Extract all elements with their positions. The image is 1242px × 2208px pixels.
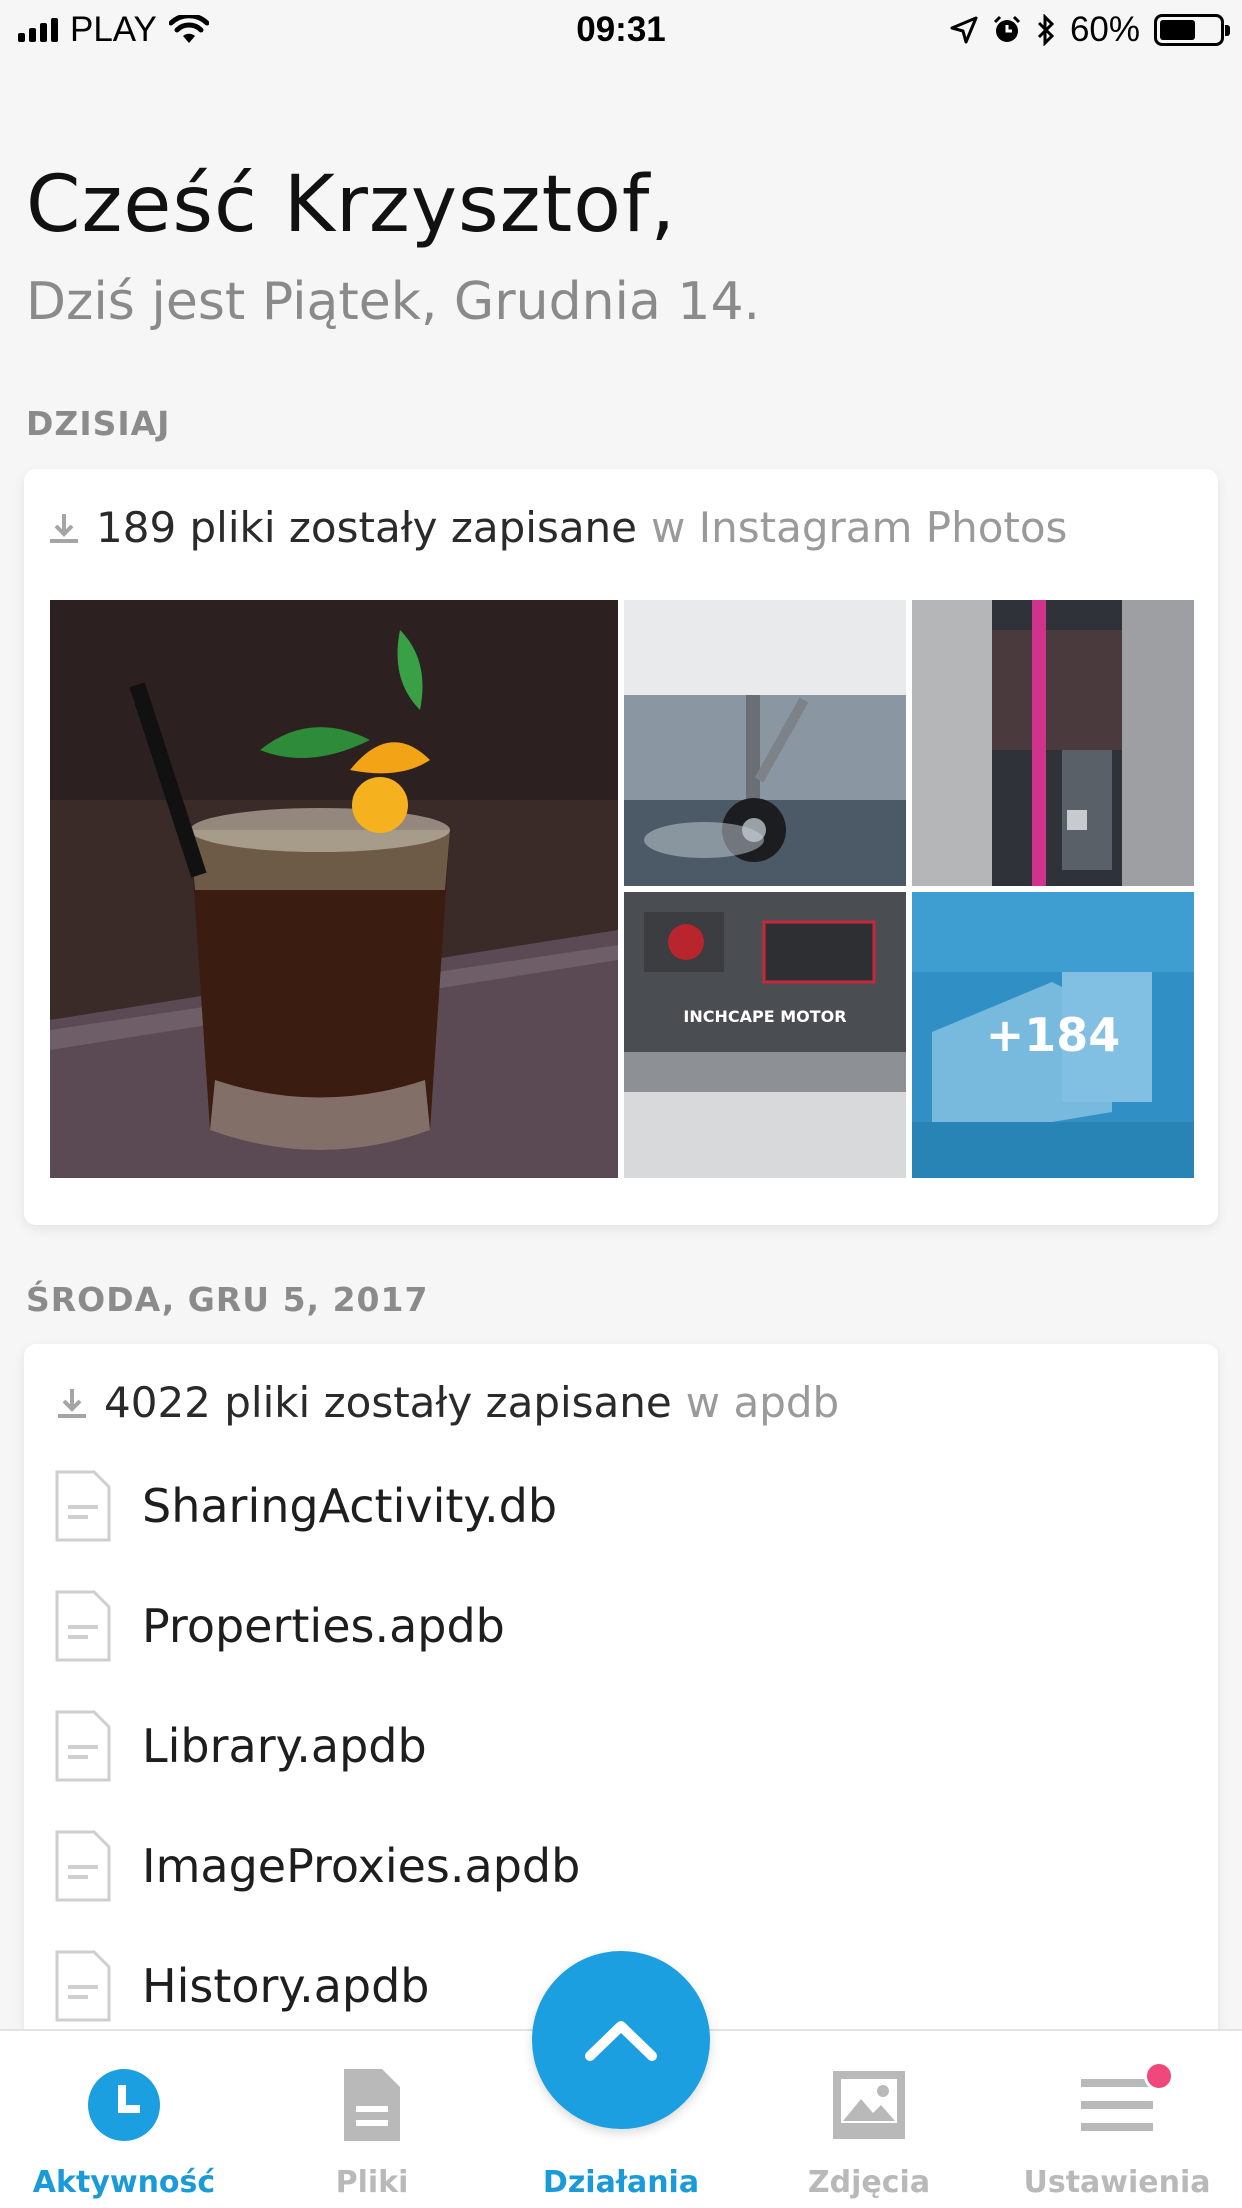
file-row[interactable]: SharingActivity.db — [54, 1466, 557, 1546]
alarm-icon — [993, 15, 1020, 42]
file-name: ImageProxies.apdb — [142, 1839, 581, 1893]
dealership-image: INCHCAPE MOTOR — [624, 892, 906, 1178]
card-header: 4022 pliki zostały zapisane w apdb — [54, 1378, 839, 1427]
file-name: History.apdb — [142, 1959, 430, 2013]
location-arrow-icon — [950, 16, 978, 44]
tab-label: Działania — [542, 2165, 700, 2200]
photo-dealership[interactable]: INCHCAPE MOTOR — [624, 892, 906, 1178]
download-icon — [50, 513, 78, 543]
card-location-text: w apdb — [685, 1378, 840, 1427]
greeting-title: Cześć Krzysztof, — [26, 160, 677, 250]
file-row[interactable]: Library.apdb — [54, 1706, 427, 1786]
battery-fill — [1160, 20, 1195, 40]
file-row[interactable]: Properties.apdb — [54, 1586, 505, 1666]
file-icon — [55, 1950, 111, 2022]
tab-label: Zdjęcia — [807, 2165, 931, 2200]
download-icon — [58, 1388, 86, 1418]
file-name: Properties.apdb — [142, 1599, 505, 1653]
landing-gear-image — [624, 600, 906, 886]
actions-fab-button[interactable] — [532, 1951, 710, 2129]
bluetooth-icon — [1037, 14, 1055, 46]
section-label-today: DZISIAJ — [26, 404, 171, 443]
file-name: Library.apdb — [142, 1719, 427, 1773]
photo-grid: INCHCAPE MOTOR +184 — [50, 600, 1194, 1178]
greeting-subtitle: Dziś jest Piątek, Grudnia 14. — [26, 272, 761, 332]
image-icon — [833, 2071, 905, 2139]
photo-landing-gear[interactable] — [624, 600, 906, 886]
more-photos-overlay[interactable]: +184 — [912, 892, 1194, 1178]
file-icon — [55, 1590, 111, 1662]
file-row[interactable]: ImageProxies.apdb — [54, 1826, 580, 1906]
dealership-sign: INCHCAPE MOTOR — [683, 1007, 846, 1026]
photo-ferry[interactable]: +184 — [912, 892, 1194, 1178]
file-row[interactable]: History.apdb — [54, 1946, 430, 2026]
card-header: 189 pliki zostały zapisane w Instagram P… — [46, 503, 1067, 552]
tab-files[interactable]: Pliki — [248, 2031, 496, 2208]
card-count-text: 189 pliki zostały zapisane — [96, 503, 638, 552]
file-icon — [55, 1710, 111, 1782]
battery-percent: 60% — [1069, 10, 1140, 49]
photo-cocktail[interactable] — [50, 600, 618, 1178]
file-icon — [55, 1470, 111, 1542]
tab-label: Pliki — [335, 2165, 409, 2200]
document-icon — [344, 2069, 400, 2141]
activity-card-photos[interactable]: 189 pliki zostały zapisane w Instagram P… — [24, 469, 1218, 1225]
notification-badge — [1144, 2061, 1174, 2091]
clock-icon — [88, 2069, 160, 2141]
photo-cockpit[interactable] — [912, 600, 1194, 886]
file-name: SharingActivity.db — [142, 1479, 558, 1533]
card-location-text: w Instagram Photos — [651, 503, 1068, 552]
tab-label: Aktywność — [32, 2165, 216, 2200]
section-label-date: ŚRODA, GRU 5, 2017 — [26, 1280, 429, 1319]
tab-label: Ustawienia — [1023, 2165, 1211, 2200]
cocktail-image — [50, 600, 618, 1178]
status-bar: PLAY 09:31 60% — [0, 0, 1242, 62]
cockpit-image — [912, 600, 1194, 886]
status-right: 60% — [950, 10, 1230, 50]
chevron-up-icon — [585, 2021, 657, 2061]
tab-settings[interactable]: Ustawienia — [993, 2031, 1241, 2208]
tab-photos[interactable]: Zdjęcia — [745, 2031, 993, 2208]
battery-icon — [1154, 14, 1230, 46]
tab-activity[interactable]: Aktywność — [0, 2031, 248, 2208]
card-count-text: 4022 pliki zostały zapisane — [104, 1378, 672, 1427]
file-icon — [55, 1830, 111, 1902]
